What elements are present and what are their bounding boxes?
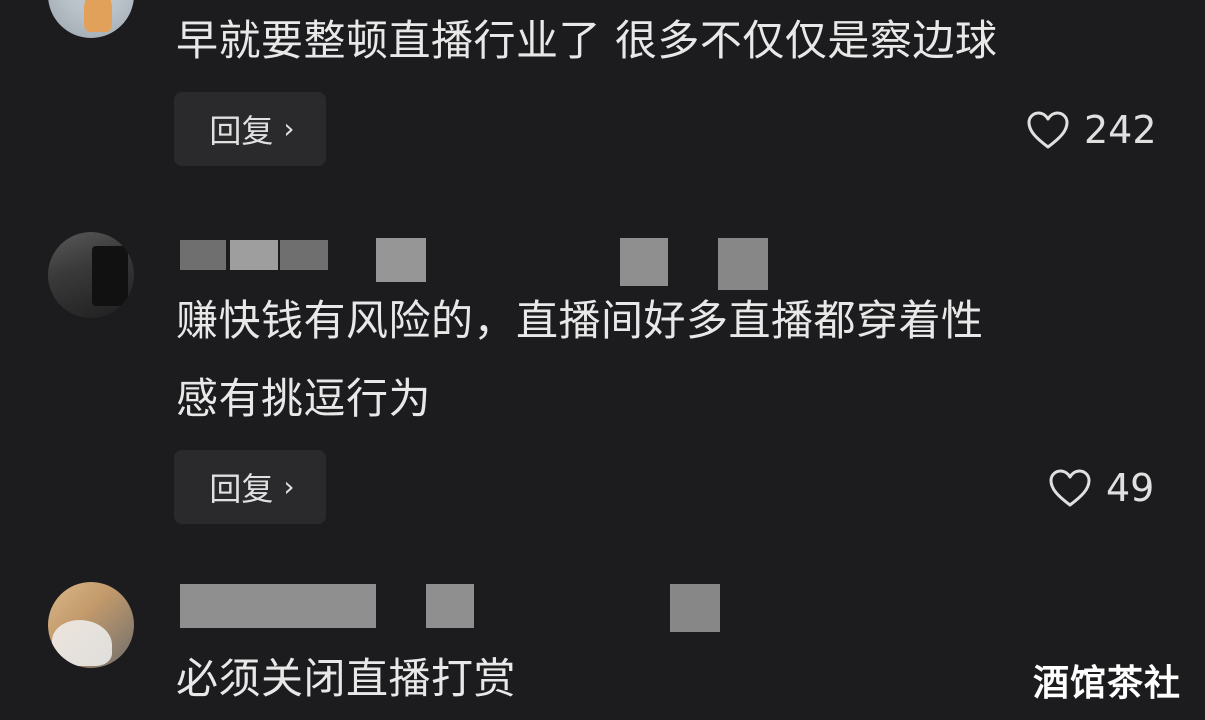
chevron-right-icon: › bbox=[283, 469, 295, 503]
avatar[interactable] bbox=[48, 232, 134, 318]
reply-button[interactable]: 回复 › bbox=[174, 450, 326, 524]
reply-label: 回复 bbox=[209, 470, 274, 508]
comment-text: 早就要整顿直播行业了 很多不仅仅是察边球 bbox=[176, 16, 998, 65]
comment-text: 赚快钱有风险的，直播间好多直播都穿着性 bbox=[176, 296, 984, 345]
like-count: 242 bbox=[1084, 108, 1157, 152]
username-redacted[interactable] bbox=[180, 236, 800, 290]
avatar[interactable] bbox=[48, 0, 134, 38]
reply-button[interactable]: 回复 › bbox=[174, 92, 326, 166]
heart-outline-icon bbox=[1027, 111, 1069, 149]
like-count: 49 bbox=[1106, 466, 1155, 510]
chevron-right-icon: › bbox=[283, 111, 295, 145]
username-redacted[interactable] bbox=[180, 582, 740, 632]
watermark: 酒馆茶社 bbox=[1032, 663, 1181, 704]
like-button[interactable]: 49 bbox=[1048, 458, 1154, 518]
comment-text: 必须关闭直播打赏 bbox=[176, 654, 517, 703]
comment-text: 感有挑逗行为 bbox=[176, 374, 432, 423]
heart-outline-icon bbox=[1049, 469, 1091, 507]
like-button[interactable]: 242 bbox=[1026, 100, 1157, 160]
avatar[interactable] bbox=[48, 582, 134, 668]
reply-label: 回复 bbox=[209, 112, 274, 150]
